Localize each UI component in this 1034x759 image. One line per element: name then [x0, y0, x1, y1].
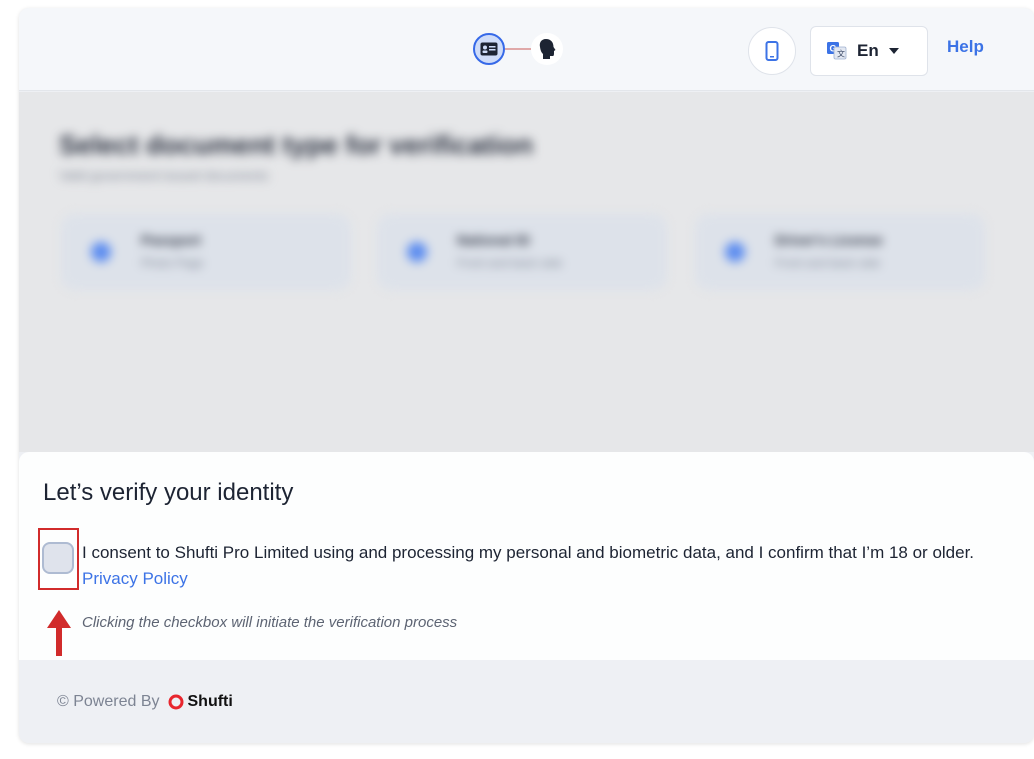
document-desc: Front and back side — [775, 256, 881, 270]
mobile-button[interactable] — [748, 27, 796, 75]
blurred-content: Select document type for verification Va… — [19, 92, 1034, 452]
checkbox-hint: Clicking the checkbox will initiate the … — [82, 614, 458, 631]
privacy-policy-link[interactable]: Privacy Policy — [82, 569, 188, 588]
translate-icon: G 文 — [827, 42, 847, 60]
brand-name: Shufti — [187, 693, 233, 710]
consent-checkbox[interactable] — [42, 542, 74, 574]
consent-statement: I consent to Shufti Pro Limited using an… — [82, 543, 975, 562]
help-link[interactable]: Help — [947, 37, 984, 57]
step-document — [473, 33, 505, 65]
blurred-subtitle: Valid government-issued documents — [59, 168, 269, 183]
language-label: En — [857, 41, 879, 60]
document-name: National ID — [457, 232, 531, 248]
document-option: Passport Photo Page — [61, 214, 351, 290]
consent-panel: Let’s verify your identity I consent to … — [19, 452, 1034, 660]
language-selector[interactable]: G 文 En — [810, 26, 928, 76]
mobile-icon — [765, 41, 779, 61]
step-indicator — [473, 32, 563, 66]
document-icon — [407, 242, 427, 262]
verification-card: G 文 En Help Select document type for ver… — [19, 8, 1034, 743]
document-name: Passport — [141, 232, 201, 248]
caret-down-icon — [888, 48, 899, 54]
document-icon — [725, 242, 745, 262]
document-name: Driver's License — [775, 232, 883, 248]
document-option: National ID Front and back side — [377, 214, 667, 290]
red-arrow-icon — [47, 610, 71, 656]
powered-by: © Powered By Shufti — [57, 693, 233, 711]
svg-text:文: 文 — [837, 49, 845, 59]
step-connector — [505, 48, 531, 50]
document-desc: Front and back side — [457, 256, 563, 270]
document-option: Driver's License Front and back side — [695, 214, 985, 290]
consent-title: Let’s verify your identity — [43, 479, 294, 506]
step-face — [531, 33, 563, 65]
header: G 文 En Help — [19, 8, 1034, 91]
id-card-icon — [480, 42, 498, 56]
consent-text: I consent to Shufti Pro Limited using an… — [82, 540, 1002, 592]
powered-by-label: © Powered By — [57, 693, 160, 710]
document-desc: Photo Page — [141, 256, 204, 270]
blurred-title: Select document type for verification — [59, 130, 534, 160]
blurred-background: Select document type for verification Va… — [19, 92, 1034, 452]
face-icon — [539, 39, 556, 59]
shufti-logo-icon — [168, 694, 183, 710]
document-icon — [91, 242, 111, 262]
footer: © Powered By Shufti — [19, 660, 1034, 743]
